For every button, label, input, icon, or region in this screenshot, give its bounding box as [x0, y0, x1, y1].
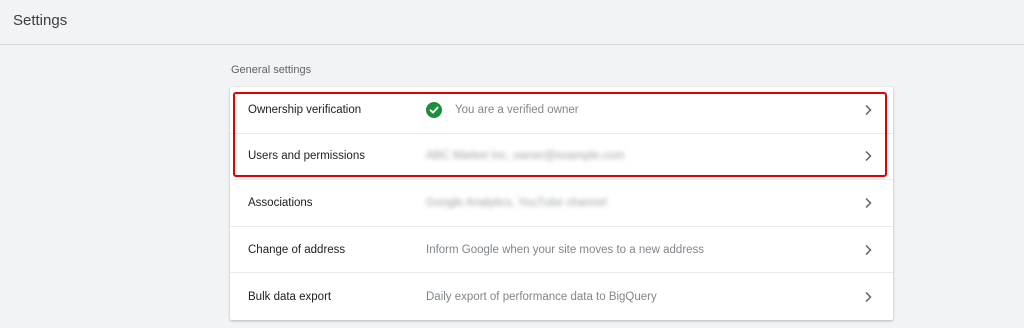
blurred-owner-info: ABC Market Inc, owner@example.com	[426, 150, 625, 163]
check-circle-icon	[426, 101, 442, 118]
blurred-associations-info: Google Analytics, YouTube channel	[426, 196, 607, 209]
verified-owner-text: You are a verified owner	[455, 103, 579, 116]
row-label: Users and permissions	[248, 150, 365, 163]
ownership-verification-row[interactable]: Ownership verification You are a verifie…	[230, 87, 893, 134]
row-value: ABC Market Inc, owner@example.com	[426, 150, 624, 162]
bulk-data-export-row[interactable]: Bulk data export Daily export of perform…	[230, 273, 893, 320]
chevron-right-icon	[865, 244, 872, 255]
row-value: Inform Google when your site moves to a …	[426, 244, 704, 256]
change-of-address-row[interactable]: Change of address Inform Google when you…	[230, 227, 893, 274]
row-label: Associations	[248, 196, 313, 209]
section-title: General settings	[231, 64, 312, 76]
chevron-right-icon	[865, 104, 872, 115]
page-title: Settings	[13, 12, 68, 29]
associations-row[interactable]: Associations Google Analytics, YouTube c…	[230, 180, 893, 227]
settings-page: Settings General settings Ownership veri…	[0, 0, 1024, 328]
chevron-right-icon	[865, 197, 872, 209]
bulk-export-description: Daily export of performance data to BigQ…	[426, 290, 657, 303]
page-header: Settings	[0, 0, 1024, 45]
row-label: Bulk data export	[248, 290, 332, 303]
users-and-permissions-row[interactable]: Users and permissions ABC Market Inc, ow…	[230, 134, 893, 181]
row-value: Daily export of performance data to BigQ…	[426, 291, 657, 303]
row-value: Google Analytics, YouTube channel	[426, 197, 607, 209]
chevron-right-icon	[865, 151, 872, 162]
general-settings-card: Ownership verification You are a verifie…	[230, 87, 893, 320]
change-of-address-description: Inform Google when your site moves to a …	[426, 243, 705, 256]
row-value: You are a verified owner	[426, 101, 579, 118]
row-label: Change of address	[248, 243, 346, 256]
chevron-right-icon	[865, 291, 872, 302]
row-label: Ownership verification	[248, 103, 362, 116]
